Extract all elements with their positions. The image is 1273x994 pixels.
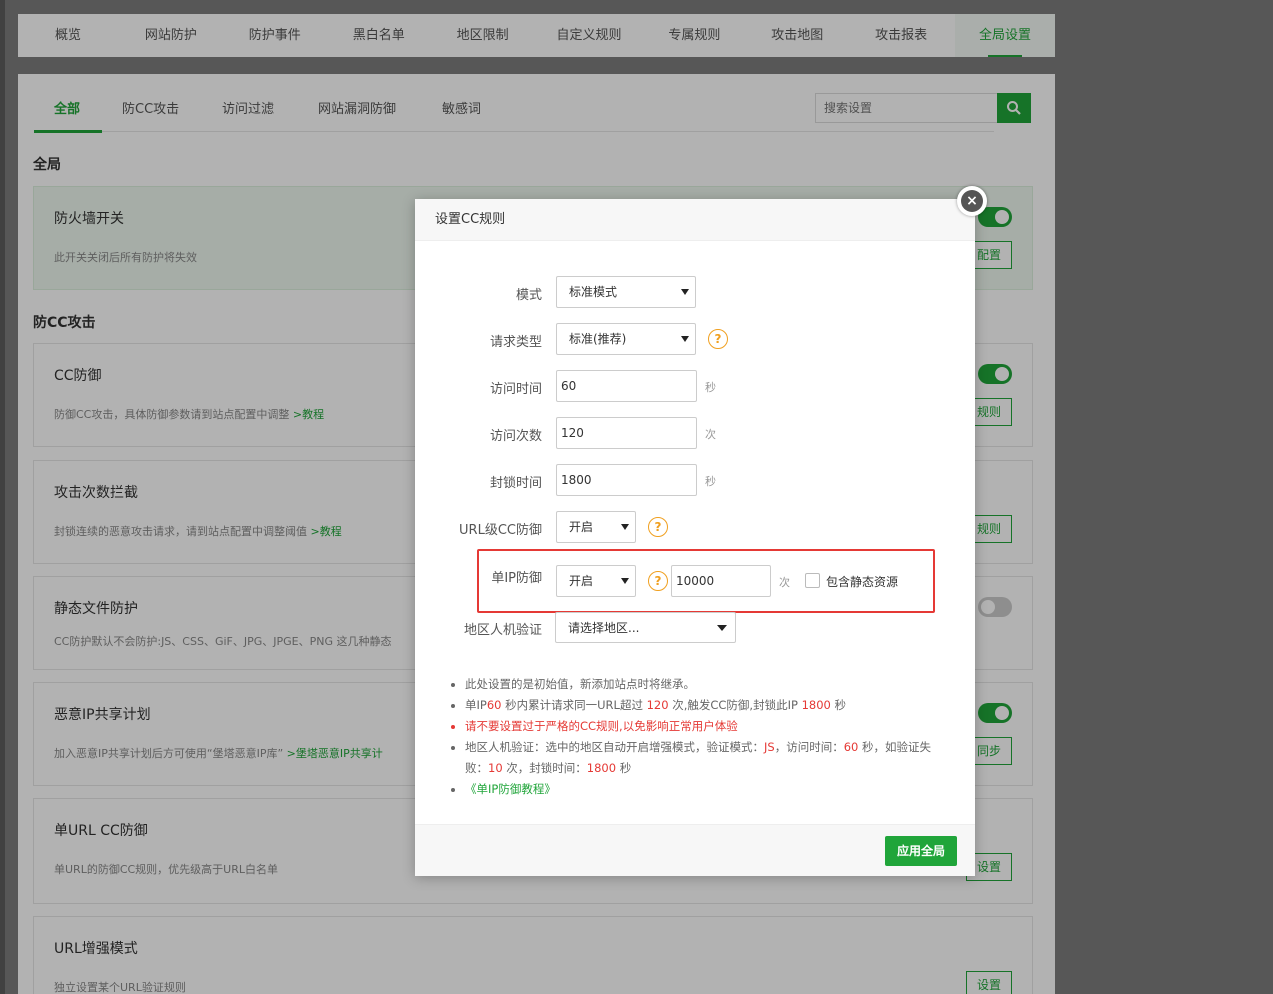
visit-time-input[interactable]: 60 — [556, 370, 697, 402]
field-single-ip: 单IP防御 开启 ? 10000 次 包含静态资源 — [415, 565, 975, 597]
field-request-type: 请求类型 标准(推荐) ? — [415, 323, 975, 355]
field-block-time: 封锁时间 1800 秒 — [415, 464, 975, 496]
help-icon[interactable]: ? — [648, 571, 668, 591]
field-label: 封锁时间 — [489, 476, 542, 491]
block-time-input[interactable]: 1800 — [556, 464, 697, 496]
modal-close-button[interactable]: × — [957, 186, 987, 216]
note-item: 单IP60 秒内累计请求同一URL超过 120 次,触发CC防御,封锁此IP 1… — [449, 695, 949, 716]
unit-label: 秒 — [705, 475, 716, 488]
unit-label: 秒 — [705, 381, 716, 394]
chevron-down-icon — [621, 578, 629, 584]
chevron-down-icon — [681, 289, 689, 295]
field-url-cc: URL级CC防御 开启 ? — [415, 511, 975, 543]
field-label: 访问时间 — [489, 382, 542, 397]
chevron-down-icon — [621, 524, 629, 530]
field-mode: 模式 标准模式 — [415, 276, 975, 308]
field-label: 地区人机验证 — [463, 623, 542, 638]
close-icon: × — [961, 190, 983, 212]
single-ip-count-input[interactable]: 10000 — [671, 565, 771, 597]
help-icon[interactable]: ? — [708, 329, 728, 349]
field-visit-time: 访问时间 60 秒 — [415, 370, 975, 402]
modal-title: 设置CC规则 — [415, 199, 975, 241]
field-label: 访问次数 — [489, 429, 542, 444]
field-label: URL级CC防御 — [459, 523, 542, 538]
field-label: 模式 — [515, 288, 542, 303]
unit-label: 次 — [705, 428, 716, 441]
caret-down-icon — [717, 625, 727, 631]
chevron-down-icon — [681, 336, 689, 342]
help-icon[interactable]: ? — [648, 517, 668, 537]
single-ip-select[interactable]: 开启 — [556, 565, 636, 597]
region-select[interactable]: 请选择地区... — [555, 612, 736, 643]
cc-rule-modal: 设置CC规则 模式 标准模式 请求类型 标准(推荐) ? 访问时间 60 秒 访… — [415, 199, 975, 876]
field-region: 地区人机验证 请选择地区... — [415, 612, 975, 644]
url-cc-select[interactable]: 开启 — [556, 511, 636, 543]
visit-count-input[interactable]: 120 — [556, 417, 697, 449]
request-type-select[interactable]: 标准(推荐) — [556, 323, 696, 355]
apply-global-button[interactable]: 应用全局 — [884, 836, 957, 866]
field-label: 单IP防御 — [491, 571, 542, 586]
unit-label: 次 — [779, 576, 790, 589]
modal-footer: 应用全局 — [415, 824, 975, 876]
mode-select[interactable]: 标准模式 — [556, 276, 696, 308]
tutorial-link[interactable]: 《单IP防御教程》 — [449, 779, 949, 800]
field-visit-count: 访问次数 120 次 — [415, 417, 975, 449]
field-label: 请求类型 — [489, 335, 542, 350]
note-item: 此处设置的是初始值，新添加站点时将继承。 — [449, 674, 949, 695]
note-item: 地区人机验证：选中的地区自动开启增强模式，验证模式：JS，访问时间：60 秒，如… — [449, 737, 949, 779]
notes-list: 此处设置的是初始值，新添加站点时将继承。 单IP60 秒内累计请求同一URL超过… — [449, 674, 949, 800]
include-static-checkbox[interactable] — [805, 573, 820, 588]
include-static-label: 包含静态资源 — [826, 575, 899, 589]
note-warning: 请不要设置过于严格的CC规则,以免影响正常用户体验 — [449, 716, 949, 737]
